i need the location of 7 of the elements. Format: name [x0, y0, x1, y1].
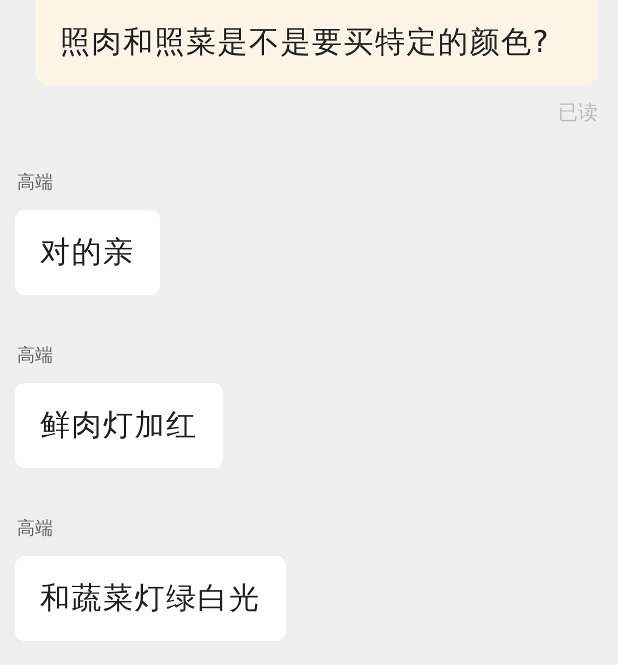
sender-name: 高端 — [17, 174, 53, 192]
sender-name: 高端 — [17, 520, 53, 538]
sender-name: 高端 — [17, 347, 53, 365]
message-bubble: 和蔬菜灯绿白光 — [15, 556, 286, 641]
message-bubble: 鲜肉灯加红 — [15, 383, 222, 468]
message-bubble: 照肉和照菜是不是要买特定的颜色? — [35, 0, 598, 85]
message-bubble: 对的亲 — [15, 210, 160, 295]
